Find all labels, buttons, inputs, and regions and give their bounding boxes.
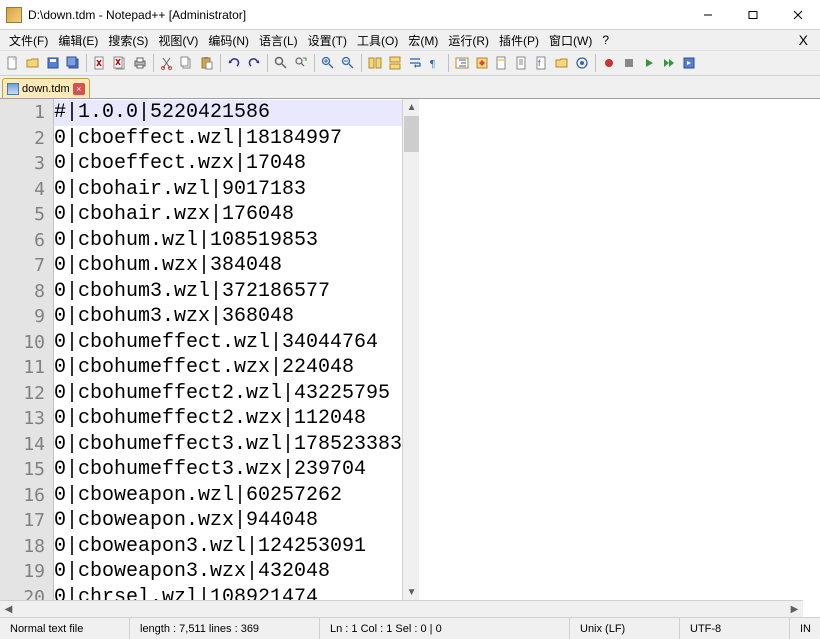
titlebar[interactable]: D:\down.tdm - Notepad++ [Administrator] xyxy=(0,0,820,30)
tab-down-tdm[interactable]: down.tdm × xyxy=(2,78,90,98)
function-list-icon[interactable]: f xyxy=(533,54,551,72)
menu-item[interactable]: ? xyxy=(597,32,614,48)
copy-icon[interactable] xyxy=(178,54,196,72)
close-tab-icon[interactable]: × xyxy=(73,83,85,95)
text-line[interactable]: 0|cboweapon.wzl|60257262 xyxy=(54,483,402,509)
horizontal-scrollbar[interactable]: ◀ ▶ xyxy=(0,600,803,617)
undo-icon[interactable] xyxy=(225,54,243,72)
window-title: D:\down.tdm - Notepad++ [Administrator] xyxy=(28,8,685,22)
menu-item[interactable]: 工具(O) xyxy=(352,31,403,50)
indent-guide-icon[interactable] xyxy=(453,54,471,72)
close-file-icon[interactable] xyxy=(91,54,109,72)
text-line[interactable]: 0|cboeffect.wzx|17048 xyxy=(54,151,402,177)
redo-icon[interactable] xyxy=(245,54,263,72)
paste-icon[interactable] xyxy=(198,54,216,72)
status-length: length : 7,511 lines : 369 xyxy=(130,618,320,639)
wrap-icon[interactable] xyxy=(406,54,424,72)
scroll-left-icon[interactable]: ◀ xyxy=(0,601,17,618)
status-ins: IN xyxy=(790,618,820,639)
minimize-button[interactable] xyxy=(685,1,730,29)
menu-item[interactable]: 搜索(S) xyxy=(103,31,153,50)
save-icon[interactable] xyxy=(44,54,62,72)
record-macro-icon[interactable] xyxy=(600,54,618,72)
text-line[interactable]: 0|cbohair.wzl|9017183 xyxy=(54,177,402,203)
scroll-up-icon[interactable]: ▲ xyxy=(403,99,419,116)
text-line[interactable]: 0|cbohumeffect3.wzl|178523383 xyxy=(54,432,402,458)
text-line[interactable]: 0|cbohumeffect2.wzl|43225795 xyxy=(54,381,402,407)
text-line[interactable]: 0|cbohumeffect.wzx|224048 xyxy=(54,355,402,381)
scroll-right-icon[interactable]: ▶ xyxy=(786,601,803,618)
show-all-chars-icon[interactable]: ¶ xyxy=(426,54,444,72)
replace-icon[interactable] xyxy=(292,54,310,72)
text-line[interactable]: 0|cbohumeffect.wzl|34044764 xyxy=(54,330,402,356)
print-icon[interactable] xyxy=(131,54,149,72)
find-icon[interactable] xyxy=(272,54,290,72)
play-multi-icon[interactable] xyxy=(660,54,678,72)
udl-icon[interactable] xyxy=(473,54,491,72)
text-line[interactable]: 0|cbohum.wzl|108519853 xyxy=(54,228,402,254)
file-icon xyxy=(7,83,19,95)
new-file-icon[interactable] xyxy=(4,54,22,72)
menu-item[interactable]: 窗口(W) xyxy=(544,31,597,50)
statusbar: Normal text file length : 7,511 lines : … xyxy=(0,617,820,639)
text-line[interactable]: 0|cboweapon3.wzx|432048 xyxy=(54,559,402,585)
editor: 1234567891011121314151617181920 #|1.0.0|… xyxy=(0,98,820,617)
menu-item[interactable]: 插件(P) xyxy=(494,31,544,50)
status-encoding: UTF-8 xyxy=(680,618,790,639)
menu-item[interactable]: 设置(T) xyxy=(303,31,352,50)
text-line[interactable]: #|1.0.0|5220421586 xyxy=(54,100,402,126)
close-button[interactable] xyxy=(775,1,820,29)
line-number-gutter: 1234567891011121314151617181920 xyxy=(0,99,54,601)
text-area[interactable]: #|1.0.0|52204215860|cboeffect.wzl|181849… xyxy=(54,99,402,601)
text-line[interactable]: 0|cboweapon.wzx|944048 xyxy=(54,508,402,534)
text-line[interactable]: 0|cbohum3.wzx|368048 xyxy=(54,304,402,330)
text-line[interactable]: 0|cbohumeffect3.wzx|239704 xyxy=(54,457,402,483)
app-icon xyxy=(6,7,22,23)
text-line[interactable]: 0|cboweapon3.wzl|124253091 xyxy=(54,534,402,560)
text-line[interactable]: 0|cbohair.wzx|176048 xyxy=(54,202,402,228)
sync-h-icon[interactable] xyxy=(386,54,404,72)
text-line[interactable]: 0|cbohumeffect2.wzx|112048 xyxy=(54,406,402,432)
text-line[interactable]: 0|cbohum3.wzl|372186577 xyxy=(54,279,402,305)
menubar-close-icon[interactable]: X xyxy=(799,32,816,48)
menu-item[interactable]: 视图(V) xyxy=(153,31,203,50)
text-line[interactable]: 0|cboeffect.wzl|18184997 xyxy=(54,126,402,152)
doc-map-icon[interactable] xyxy=(493,54,511,72)
maximize-button[interactable] xyxy=(730,1,775,29)
open-file-icon[interactable] xyxy=(24,54,42,72)
toolbar: ¶ f xyxy=(0,50,820,76)
scroll-down-icon[interactable]: ▼ xyxy=(403,584,419,601)
text-line[interactable]: 0|cbohum.wzx|384048 xyxy=(54,253,402,279)
cut-icon[interactable] xyxy=(158,54,176,72)
status-pos: Ln : 1 Col : 1 Sel : 0 | 0 xyxy=(320,618,570,639)
sync-v-icon[interactable] xyxy=(366,54,384,72)
play-macro-icon[interactable] xyxy=(640,54,658,72)
save-all-icon[interactable] xyxy=(64,54,82,72)
folder-workspace-icon[interactable] xyxy=(553,54,571,72)
vertical-scrollbar[interactable]: ▲ ▼ xyxy=(402,99,419,601)
text-line[interactable]: 0|chrsel.wzl|108921474 xyxy=(54,585,402,602)
menu-item[interactable]: 宏(M) xyxy=(403,31,443,50)
monitor-icon[interactable] xyxy=(573,54,591,72)
zoom-in-icon[interactable] xyxy=(319,54,337,72)
menu-item[interactable]: 编辑(E) xyxy=(53,31,103,50)
menubar: 文件(F)编辑(E)搜索(S)视图(V)编码(N)语言(L)设置(T)工具(O)… xyxy=(0,30,820,50)
tab-label: down.tdm xyxy=(22,83,70,95)
menu-item[interactable]: 文件(F) xyxy=(4,31,53,50)
save-macro-icon[interactable] xyxy=(680,54,698,72)
doc-list-icon[interactable] xyxy=(513,54,531,72)
stop-macro-icon[interactable] xyxy=(620,54,638,72)
status-eol: Unix (LF) xyxy=(570,618,680,639)
tabbar[interactable]: down.tdm × xyxy=(0,76,820,98)
scroll-thumb[interactable] xyxy=(404,116,419,152)
svg-text:¶: ¶ xyxy=(430,58,435,70)
menu-item[interactable]: 编码(N) xyxy=(203,31,254,50)
zoom-out-icon[interactable] xyxy=(339,54,357,72)
close-all-icon[interactable] xyxy=(111,54,129,72)
status-filetype: Normal text file xyxy=(0,618,130,639)
menu-item[interactable]: 语言(L) xyxy=(254,31,303,50)
menu-item[interactable]: 运行(R) xyxy=(443,31,494,50)
